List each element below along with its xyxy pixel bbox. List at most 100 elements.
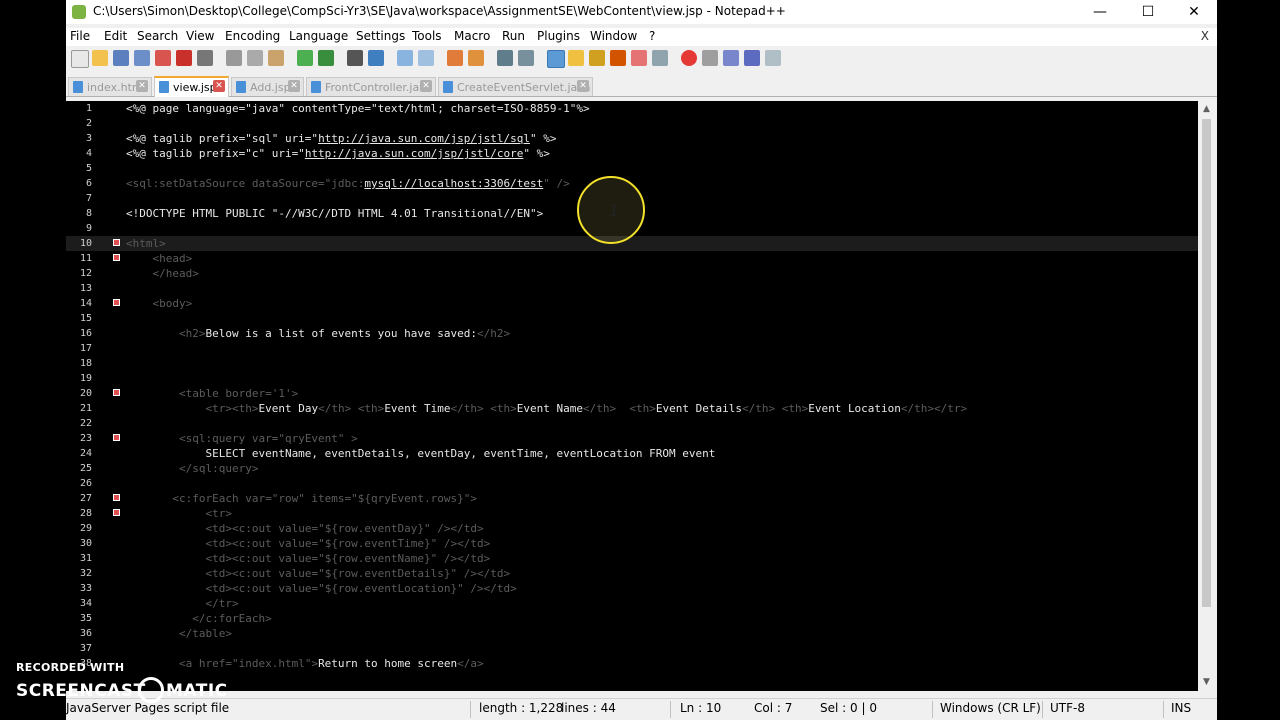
menu-tools[interactable]: Tools <box>412 29 442 43</box>
print-icon[interactable] <box>197 50 213 66</box>
close-button[interactable]: ✕ <box>1171 0 1217 24</box>
code-line[interactable]: 26 <box>66 476 1198 491</box>
code-line[interactable]: 20 <table border='1'> <box>66 386 1198 401</box>
close-file-icon[interactable] <box>155 50 171 66</box>
cut-icon[interactable] <box>226 50 242 66</box>
vertical-scrollbar[interactable]: ▲ ▼ <box>1198 101 1215 691</box>
code-line[interactable]: 24 SELECT eventName, eventDetails, event… <box>66 446 1198 461</box>
show-all-characters-icon[interactable] <box>518 50 534 66</box>
code-line[interactable]: 1 <%@ page language="java" contentType="t… <box>66 101 1198 116</box>
menu-view[interactable]: View <box>186 29 214 43</box>
find-icon[interactable] <box>347 50 363 66</box>
code-line[interactable]: 32 <td><c:out value="${row.eventDetails}… <box>66 566 1198 581</box>
monitoring-icon[interactable] <box>652 50 668 66</box>
code-line[interactable]: 35 </c:forEach> <box>66 611 1198 626</box>
code-line[interactable]: 2 <box>66 116 1198 131</box>
scroll-thumb[interactable] <box>1202 119 1211 607</box>
tab-index-html[interactable]: index.html ✕ <box>68 77 152 96</box>
open-file-icon[interactable] <box>92 50 108 66</box>
fold-toggle-icon[interactable] <box>113 299 120 306</box>
code-line[interactable]: 29 <td><c:out value="${row.eventDay}" />… <box>66 521 1198 536</box>
code-line[interactable]: 13 <box>66 281 1198 296</box>
code-line[interactable]: 10 <html> <box>66 236 1198 251</box>
fold-toggle-icon[interactable] <box>113 434 120 441</box>
tab-add-jsp[interactable]: Add.jsp ✕ <box>231 77 304 96</box>
code-line[interactable]: 37 <box>66 641 1198 656</box>
tab-close-icon[interactable]: ✕ <box>577 80 589 92</box>
code-line[interactable]: 36 </table> <box>66 626 1198 641</box>
code-line[interactable]: 18 <box>66 356 1198 371</box>
save-icon[interactable] <box>113 50 129 66</box>
menu-settings[interactable]: Settings <box>356 29 405 43</box>
stop-macro-icon[interactable] <box>702 50 718 66</box>
fold-toggle-icon[interactable] <box>113 494 120 501</box>
run-macro-multiple-icon[interactable] <box>744 50 760 66</box>
code-line[interactable]: 30 <td><c:out value="${row.eventTime}" /… <box>66 536 1198 551</box>
code-line[interactable]: 4 <%@ taglib prefix="c" uri="http://java.… <box>66 146 1198 161</box>
save-all-icon[interactable] <box>134 50 150 66</box>
tab-view-jsp[interactable]: view.jsp ✕ <box>154 76 229 97</box>
close-all-icon[interactable] <box>176 50 192 66</box>
code-line[interactable]: 19 <box>66 371 1198 386</box>
code-line[interactable]: 5 <box>66 161 1198 176</box>
menu-file[interactable]: File <box>70 29 90 43</box>
code-line[interactable]: 3 <%@ taglib prefix="sql" uri="http://jav… <box>66 131 1198 146</box>
fold-toggle-icon[interactable] <box>113 389 120 396</box>
code-line[interactable]: 12 </head> <box>66 266 1198 281</box>
replace-icon[interactable] <box>368 50 384 66</box>
undo-icon[interactable] <box>297 50 313 66</box>
maximize-button[interactable]: ☐ <box>1125 0 1171 24</box>
code-line[interactable]: 25 </sql:query> <box>66 461 1198 476</box>
redo-icon[interactable] <box>318 50 334 66</box>
code-line[interactable]: 21 <tr><th>Event Day</th> <th>Event Time… <box>66 401 1198 416</box>
tab-createeventservlet-java[interactable]: CreateEventServlet.java ✕ <box>438 77 593 96</box>
code-line[interactable]: 23 <sql:query var="qryEvent" > <box>66 431 1198 446</box>
fold-toggle-icon[interactable] <box>113 239 120 246</box>
fold-toggle-icon[interactable] <box>113 509 120 516</box>
code-line[interactable]: 15 <box>66 311 1198 326</box>
menu-macro[interactable]: Macro <box>454 29 490 43</box>
menu-encoding[interactable]: Encoding <box>225 29 280 43</box>
language-icon[interactable] <box>568 50 584 66</box>
fold-toggle-icon[interactable] <box>113 254 120 261</box>
sync-vertical-icon[interactable] <box>447 50 463 66</box>
play-macro-icon[interactable] <box>723 50 739 66</box>
minimize-button[interactable]: — <box>1077 0 1123 24</box>
menu-run[interactable]: Run <box>502 29 525 43</box>
menu-search[interactable]: Search <box>137 29 178 43</box>
copy-icon[interactable] <box>247 50 263 66</box>
save-macro-icon[interactable] <box>765 50 781 66</box>
folder-workspace-icon[interactable] <box>631 50 647 66</box>
tab-frontcontroller-java[interactable]: FrontController.java ✕ <box>306 77 436 96</box>
sync-horizontal-icon[interactable] <box>468 50 484 66</box>
tab-close-icon[interactable]: ✕ <box>288 80 300 92</box>
menu-edit[interactable]: Edit <box>104 29 127 43</box>
code-line[interactable]: 11 <head> <box>66 251 1198 266</box>
code-line[interactable]: 33 <td><c:out value="${row.eventLocation… <box>66 581 1198 596</box>
tab-close-icon[interactable]: ✕ <box>136 80 148 92</box>
tab-close-icon[interactable]: ✕ <box>213 80 225 92</box>
zoom-in-icon[interactable] <box>397 50 413 66</box>
code-line[interactable]: 34 </tr> <box>66 596 1198 611</box>
scroll-up-icon[interactable]: ▲ <box>1198 101 1215 118</box>
new-file-icon[interactable] <box>71 50 89 68</box>
tab-close-icon[interactable]: ✕ <box>420 80 432 92</box>
menu-help[interactable]: ? <box>649 29 655 43</box>
code-line[interactable]: 14 <body> <box>66 296 1198 311</box>
menu-plugins[interactable]: Plugins <box>537 29 580 43</box>
scroll-down-icon[interactable]: ▼ <box>1198 674 1215 691</box>
code-line[interactable]: 17 <box>66 341 1198 356</box>
code-line[interactable]: 31 <td><c:out value="${row.eventName}" /… <box>66 551 1198 566</box>
doc-map-icon[interactable] <box>589 50 605 66</box>
indent-guide-icon[interactable] <box>547 50 565 68</box>
close-document-x[interactable]: X <box>1201 29 1209 43</box>
code-line[interactable]: 27 <c:forEach var="row" items="${qryEven… <box>66 491 1198 506</box>
zoom-out-icon[interactable] <box>418 50 434 66</box>
menu-language[interactable]: Language <box>289 29 348 43</box>
code-line[interactable]: 28 <tr> <box>66 506 1198 521</box>
paste-icon[interactable] <box>268 50 284 66</box>
code-line[interactable]: 38 <a href="index.html">Return to home s… <box>66 656 1198 671</box>
code-line[interactable]: 22 <box>66 416 1198 431</box>
record-macro-icon[interactable] <box>681 50 697 66</box>
menu-window[interactable]: Window <box>590 29 637 43</box>
